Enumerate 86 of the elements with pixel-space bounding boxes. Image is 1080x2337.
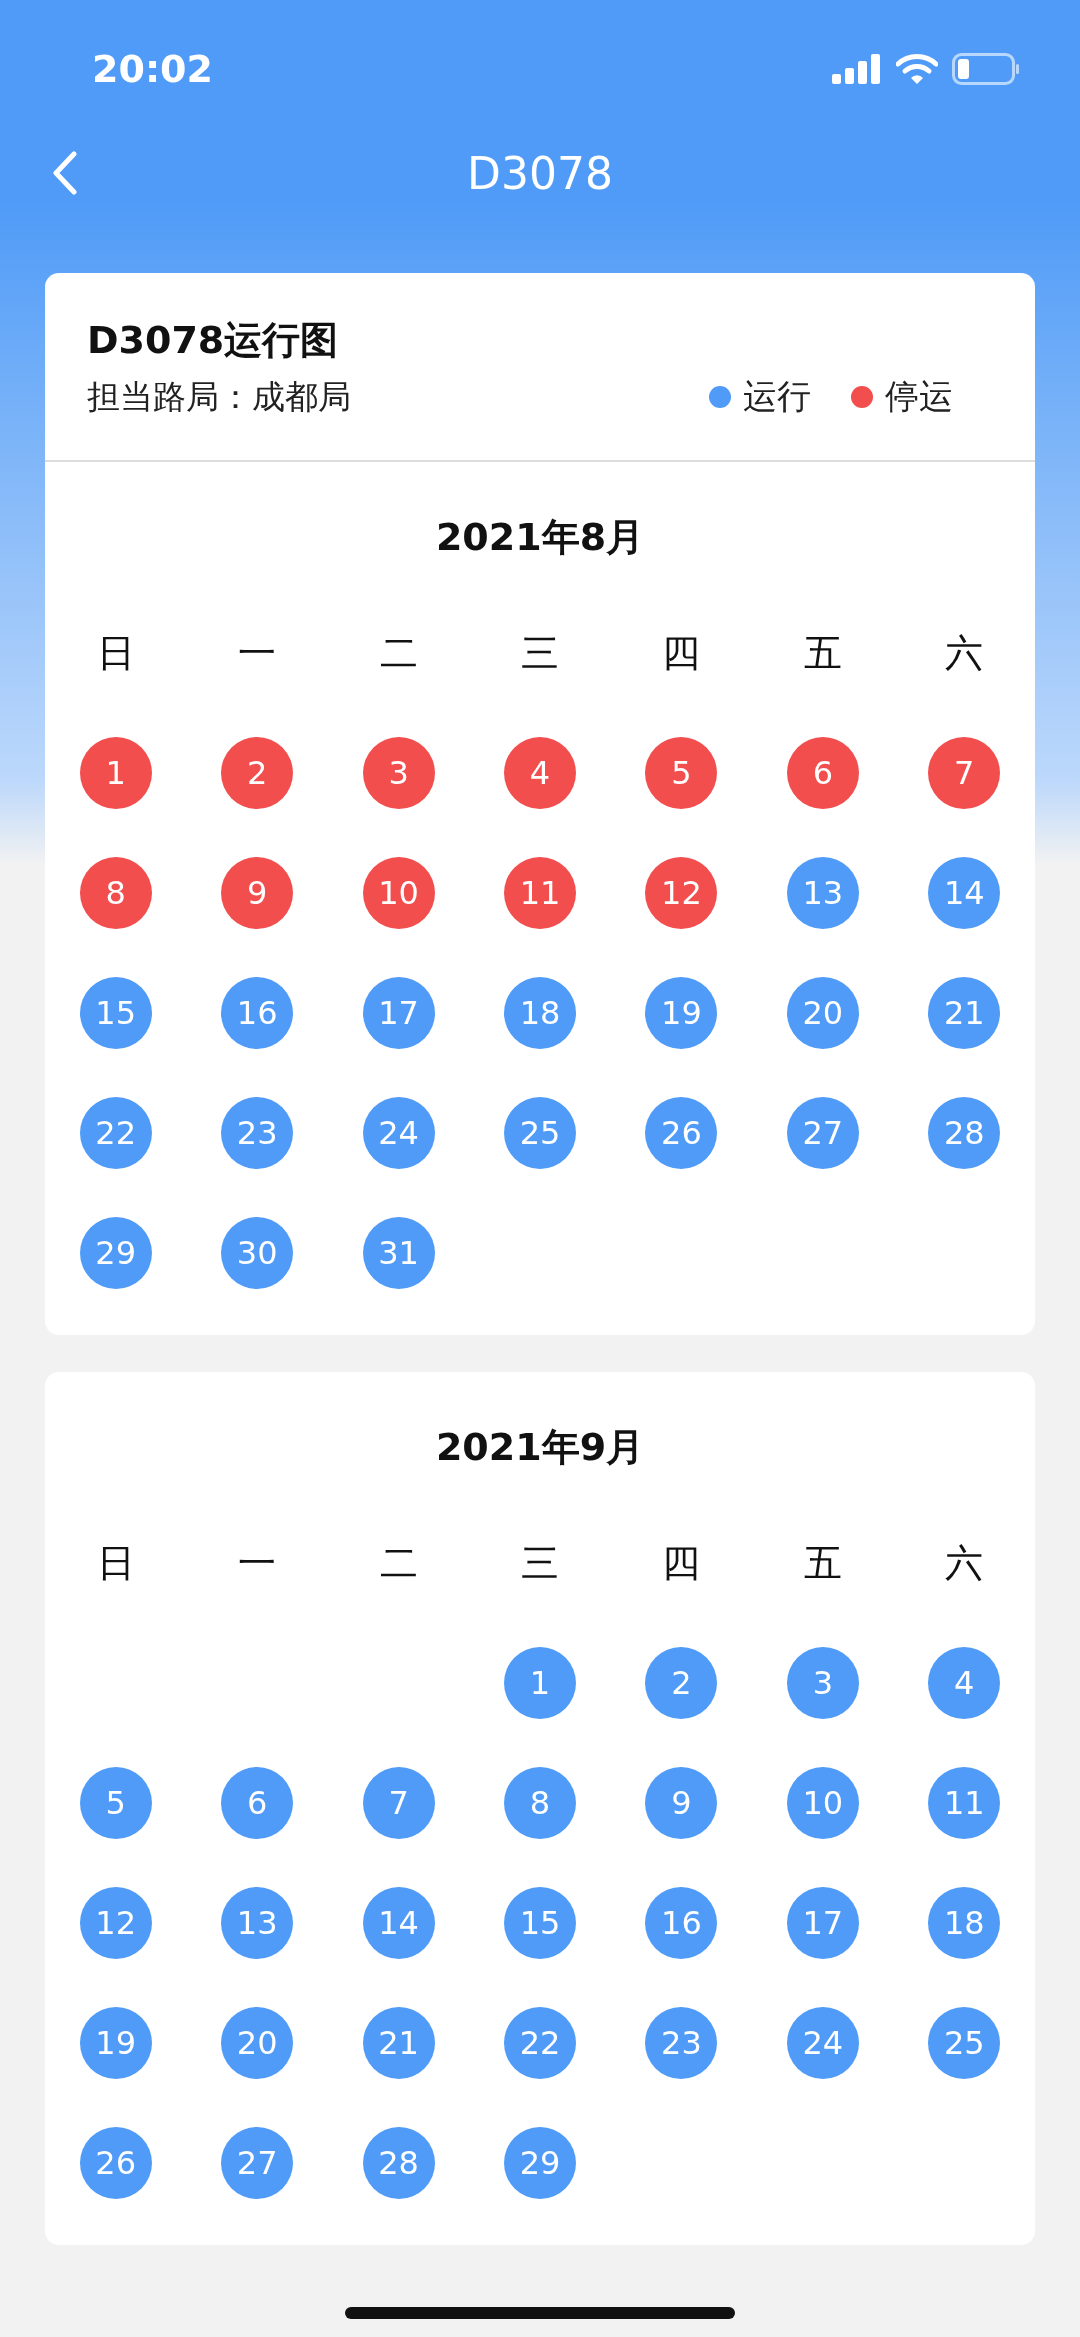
day-circle: 9 <box>221 857 294 929</box>
weekday-label: 二 <box>379 629 418 677</box>
day-circle: 19 <box>645 977 718 1049</box>
weekday-label: 五 <box>803 629 842 677</box>
day-circle: 26 <box>79 2127 152 2199</box>
day-circle: 3 <box>362 737 435 809</box>
weekday-label: 二 <box>379 1539 418 1587</box>
day-circle: 31 <box>362 1217 435 1289</box>
day-circle: 14 <box>362 1887 435 1959</box>
day-circle: 11 <box>928 1767 1001 1839</box>
day-circle: 13 <box>221 1887 294 1959</box>
day-circle: 6 <box>786 737 859 809</box>
day-circle: 21 <box>362 2007 435 2079</box>
day-circle: 4 <box>928 1647 1001 1719</box>
day-circle: 7 <box>928 737 1001 809</box>
day-circle: 3 <box>786 1647 859 1719</box>
weekday-label: 日 <box>96 1539 135 1587</box>
day-circle: 15 <box>504 1887 576 1959</box>
day-circle: 21 <box>928 977 1001 1049</box>
day-circle: 24 <box>362 1097 435 1169</box>
day-circle: 20 <box>221 2007 294 2079</box>
day-circle: 27 <box>221 2127 294 2199</box>
day-circle: 12 <box>645 857 718 929</box>
day-circle: 25 <box>928 2007 1001 2079</box>
legend-label: 停运 <box>885 375 953 418</box>
day-circle: 16 <box>221 977 294 1049</box>
day-circle: 23 <box>645 2007 718 2079</box>
day-circle: 14 <box>928 857 1001 929</box>
legend-label: 运行 <box>743 375 811 418</box>
day-circle: 10 <box>786 1767 859 1839</box>
day-circle: 17 <box>362 977 435 1049</box>
weekday-label: 六 <box>945 1539 984 1587</box>
day-circle: 27 <box>786 1097 859 1169</box>
day-circle: 20 <box>786 977 859 1049</box>
bureau-label: 担当路局：成都局 <box>87 375 351 418</box>
day-circle: 13 <box>786 857 859 929</box>
card-title: D3078运行图 <box>87 317 340 364</box>
weekday-label: 三 <box>521 1539 559 1587</box>
day-circle: 17 <box>786 1887 859 1959</box>
weekday-label: 一 <box>238 629 277 677</box>
day-circle: 26 <box>645 1097 718 1169</box>
weekday-label: 四 <box>662 629 701 677</box>
day-circle: 30 <box>221 1217 294 1289</box>
day-circle: 24 <box>786 2007 859 2079</box>
day-circle: 9 <box>645 1767 718 1839</box>
day-circle: 5 <box>645 737 718 809</box>
weekday-label: 四 <box>662 1539 701 1587</box>
day-circle: 29 <box>79 1217 152 1289</box>
day-circle: 1 <box>504 1647 576 1719</box>
day-circle: 12 <box>79 1887 152 1959</box>
day-circle: 23 <box>221 1097 294 1169</box>
page-title: D3078 <box>467 147 613 199</box>
day-circle: 19 <box>79 2007 152 2079</box>
day-circle: 10 <box>362 857 435 929</box>
day-circle: 18 <box>504 977 576 1049</box>
day-circle: 16 <box>645 1887 718 1959</box>
signal-icon <box>832 54 882 84</box>
weekday-label: 日 <box>96 629 135 677</box>
day-circle: 28 <box>928 1097 1001 1169</box>
day-circle: 8 <box>504 1767 576 1839</box>
day-circle: 29 <box>504 2127 576 2199</box>
day-circle: 15 <box>79 977 152 1049</box>
day-circle: 4 <box>504 737 576 809</box>
day-circle: 5 <box>79 1767 152 1839</box>
month-title: 2021年8月 <box>434 514 646 561</box>
battery-icon <box>952 53 1020 85</box>
day-circle: 2 <box>645 1647 718 1719</box>
day-circle: 28 <box>362 2127 435 2199</box>
day-circle: 18 <box>928 1887 1001 1959</box>
weekday-label: 六 <box>945 629 984 677</box>
day-circle: 11 <box>504 857 576 929</box>
weekday-label: 一 <box>238 1539 277 1587</box>
weekday-label: 三 <box>521 629 559 677</box>
status-time: 20:02 <box>92 47 213 91</box>
day-circle: 8 <box>79 857 152 929</box>
day-circle: 1 <box>79 737 152 809</box>
wifi-icon <box>896 53 938 85</box>
day-circle: 2 <box>221 737 294 809</box>
day-circle: 7 <box>362 1767 435 1839</box>
day-circle: 6 <box>221 1767 294 1839</box>
day-circle: 22 <box>79 1097 152 1169</box>
back-icon[interactable] <box>52 151 78 195</box>
month-title: 2021年9月 <box>434 1424 646 1471</box>
day-circle: 22 <box>504 2007 576 2079</box>
day-circle: 25 <box>504 1097 576 1169</box>
weekday-label: 五 <box>803 1539 842 1587</box>
